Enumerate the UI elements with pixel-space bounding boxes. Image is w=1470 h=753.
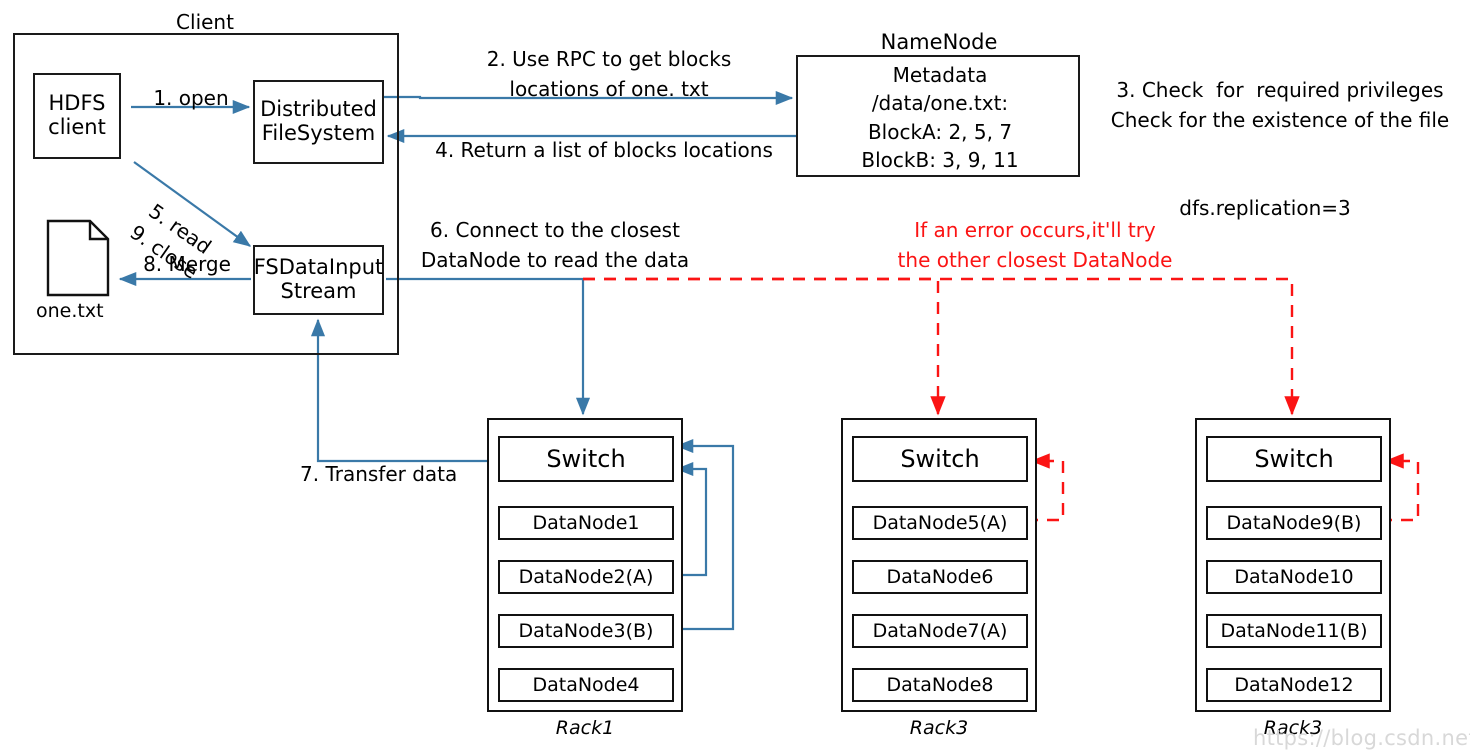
rack-3: Switch DataNode9(B) DataNode10 DataNode1… <box>1195 418 1391 712</box>
rack-2-datanode-8[interactable]: DataNode8 <box>852 668 1028 702</box>
namenode-metadata-label: Metadata <box>892 63 988 87</box>
rack-1-datanode-3[interactable]: DataNode3(B) <box>498 614 674 648</box>
rack-1-datanode-1[interactable]: DataNode1 <box>498 506 674 540</box>
hdfs-read-flow-diagram: Client HDFS client Distributed FileSyste… <box>0 0 1470 753</box>
source-watermark: https://blog.csdn.net/H_X_P_ <box>1253 726 1470 750</box>
step-3-label: 3. Check for required privileges Check f… <box>1110 78 1450 132</box>
step-8-label: 8. Merge <box>143 252 231 276</box>
rack-3-datanode-12[interactable]: DataNode12 <box>1206 668 1382 702</box>
output-file-icon <box>46 219 110 297</box>
namenode-title: NameNode <box>880 30 998 54</box>
hdfs-client-box[interactable]: HDFS client <box>33 73 121 159</box>
rack-1-datanode-4[interactable]: DataNode4 <box>498 668 674 702</box>
rack-2: Switch DataNode5(A) DataNode6 DataNode7(… <box>841 418 1037 712</box>
step-1-label: 1. open <box>153 86 229 110</box>
rack-3-datanode-11[interactable]: DataNode11(B) <box>1206 614 1382 648</box>
rack-1-label: Rack1 <box>555 717 615 739</box>
rack-3-datanode-10[interactable]: DataNode10 <box>1206 560 1382 594</box>
red-trunk-to-rack2 <box>583 277 946 416</box>
step-4-label: 4. Return a list of blocks locations <box>435 138 773 162</box>
rack-2-datanode-7[interactable]: DataNode7(A) <box>852 614 1028 648</box>
rack-1-switch[interactable]: Switch <box>498 436 674 482</box>
step-2-label: 2. Use RPC to get blocks locations of on… <box>486 47 732 101</box>
namenode-block-b: BlockB: 3, 9, 11 <box>861 148 1019 173</box>
fsdatainput-stream-box[interactable]: FSDataInput Stream <box>253 245 384 315</box>
rack-2-datanode-6[interactable]: DataNode6 <box>852 560 1028 594</box>
rack-3-datanode-9[interactable]: DataNode9(B) <box>1206 506 1382 540</box>
error-retry-note: If an error occurs,it'll try the other c… <box>897 218 1173 272</box>
rack-3-switch[interactable]: Switch <box>1206 436 1382 482</box>
red-trunk-to-rack3 <box>583 277 1300 416</box>
client-title: Client <box>176 10 234 34</box>
namenode-block-a: BlockA: 2, 5, 7 <box>867 119 1013 144</box>
output-file-label: one.txt <box>36 300 104 322</box>
rack-1-datanode-2[interactable]: DataNode2(A) <box>498 560 674 594</box>
step-6-label: 6. Connect to the closest DataNode to re… <box>420 218 690 272</box>
rack-2-switch[interactable]: Switch <box>852 436 1028 482</box>
rack-2-label: Rack3 <box>909 717 969 739</box>
rack-1: Switch DataNode1 DataNode2(A) DataNode3(… <box>487 418 683 712</box>
namenode-path: /data/one.txt: <box>871 91 1009 116</box>
namenode-box[interactable]: Metadata /data/one.txt: BlockA: 2, 5, 7 … <box>796 55 1080 177</box>
step-7-label: 7. Transfer data <box>300 462 458 486</box>
arrow-connect-datanode <box>386 277 591 416</box>
distributed-filesystem-box[interactable]: Distributed FileSystem <box>253 80 384 164</box>
rack-2-datanode-5[interactable]: DataNode5(A) <box>852 506 1028 540</box>
